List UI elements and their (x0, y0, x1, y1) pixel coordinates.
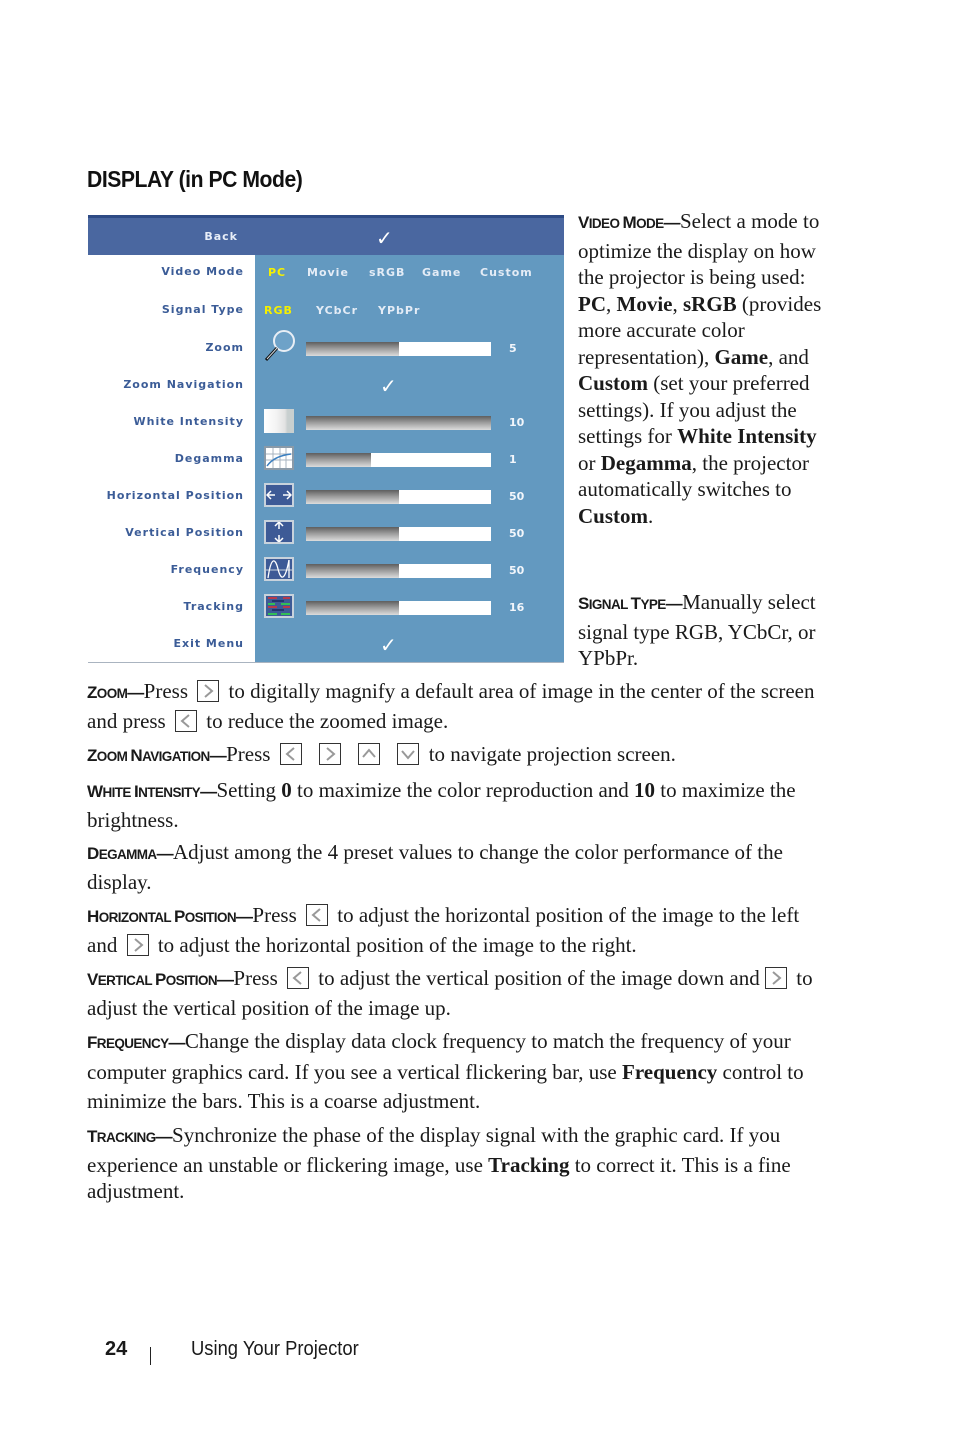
osd-row-label: Zoom Navigation (123, 378, 244, 391)
slider-fill (306, 490, 399, 504)
right-arrow-key-icon (765, 967, 787, 989)
right-arrow-key-icon (197, 680, 220, 702)
slider-fill (306, 527, 399, 541)
page-number: 24 (105, 1338, 128, 1360)
video-mode-option-movie[interactable]: Movie (307, 266, 349, 279)
term-frequency: FREQUENCY— (87, 1033, 186, 1052)
video-mode-description: VIDEO MODE—Select a mode to optimize the… (578, 209, 822, 528)
degamma-value: 1 (509, 453, 517, 466)
slider-fill (306, 453, 371, 467)
osd-row-label: White Intensity (133, 415, 244, 428)
osd-display-menu: Back ✓ Video Mode PC Movie sRGB Game Cus… (88, 215, 564, 663)
osd-row-label: Signal Type (161, 303, 244, 316)
horizontal-position-value: 50 (509, 490, 525, 503)
osd-row-white-intensity[interactable]: White Intensity 10 (88, 405, 564, 442)
right-arrow-key-icon (318, 743, 341, 765)
osd-row-label: Exit Menu (173, 637, 244, 650)
osd-row-label: Zoom (205, 341, 244, 354)
term-signal-type: SIGNAL TYPE— (578, 594, 683, 613)
term-zoom-navigation: ZOOM NAVIGATION— (87, 746, 227, 765)
slider-fill (306, 601, 399, 615)
frequency-wave-icon (264, 557, 294, 581)
video-mode-option-custom[interactable]: Custom (480, 266, 533, 279)
signal-type-option-rgb[interactable]: RGB (264, 304, 293, 317)
osd-row-vertical-position[interactable]: Vertical Position 50 (88, 516, 564, 553)
zoom-description: ZOOM—Press to digitally magnify a defaul… (87, 679, 815, 733)
signal-type-description: SIGNAL TYPE—Manually select signal type … (578, 590, 816, 670)
white-intensity-icon (264, 409, 294, 433)
section-title: DISPLAY (in PC Mode) (87, 166, 303, 192)
term-horizontal-position: HORIZONTAL POSITION— (87, 907, 253, 926)
zoom-slider[interactable] (306, 342, 491, 356)
magnifier-icon (264, 329, 295, 363)
osd-row-label: Tracking (183, 600, 244, 613)
white-intensity-value: 10 (509, 416, 525, 429)
checkmark-icon: ✓ (376, 226, 393, 250)
vertical-position-description: VERTICAL POSITION—Press to adjust the ve… (87, 966, 813, 1020)
left-arrow-key-icon (174, 709, 197, 732)
osd-row-label: Vertical Position (125, 526, 244, 539)
osd-row-signal-type[interactable]: Signal Type RGB YCbCr YPbPr (88, 293, 564, 330)
vertical-arrows-icon (264, 520, 294, 544)
osd-row-video-mode[interactable]: Video Mode PC Movie sRGB Game Custom (88, 255, 564, 292)
term-video-mode: VIDEO MODE— (578, 213, 681, 232)
vertical-position-value: 50 (509, 527, 525, 540)
signal-type-option-ypbpr[interactable]: YPbPr (378, 304, 420, 317)
osd-row-tracking[interactable]: Tracking 16 (88, 590, 564, 627)
down-arrow-key-icon (397, 743, 420, 765)
osd-back-label: Back (204, 230, 238, 243)
osd-row-zoom[interactable]: Zoom 5 (88, 329, 564, 368)
vertical-position-slider[interactable] (306, 527, 491, 541)
tracking-slider[interactable] (306, 601, 491, 615)
tracking-value: 16 (509, 601, 525, 614)
chapter-title: Using Your Projector (191, 1338, 359, 1360)
osd-row-exit-menu[interactable]: Exit Menu ✓ (88, 627, 564, 664)
degamma-slider[interactable] (306, 453, 491, 467)
right-arrow-key-icon (126, 933, 149, 956)
up-arrow-key-icon (358, 743, 381, 765)
tracking-lines-icon (264, 594, 294, 618)
white-intensity-description: WHITE INTENSITY—Setting 0 to maximize th… (87, 778, 796, 832)
slider-fill (306, 564, 399, 578)
frequency-slider[interactable] (306, 564, 491, 578)
tracking-description: TRACKING—Synchronize the phase of the di… (87, 1123, 791, 1203)
left-arrow-key-icon (279, 743, 302, 765)
checkmark-icon: ✓ (380, 633, 397, 657)
term-zoom: ZOOM— (87, 683, 144, 702)
term-vertical-position: VERTICAL POSITION— (87, 970, 234, 989)
term-white-intensity: WHITE INTENSITY— (87, 782, 217, 801)
slider-fill (306, 342, 399, 356)
slider-fill (306, 416, 491, 430)
video-mode-option-srgb[interactable]: sRGB (369, 266, 405, 279)
frequency-description: FREQUENCY—Change the display data clock … (87, 1029, 804, 1113)
osd-row-degamma[interactable]: Degamma 1 (88, 442, 564, 479)
term-degamma: DEGAMMA— (87, 844, 174, 863)
horizontal-position-description: HORIZONTAL POSITION—Press to adjust the … (87, 903, 800, 957)
osd-row-frequency[interactable]: Frequency 50 (88, 553, 564, 590)
osd-row-horizontal-position[interactable]: Horizontal Position 50 (88, 479, 564, 516)
left-arrow-key-icon (306, 904, 328, 926)
osd-row-label: Degamma (174, 452, 244, 465)
osd-row-zoom-navigation[interactable]: Zoom Navigation ✓ (88, 368, 564, 405)
osd-row-label: Horizontal Position (106, 489, 244, 502)
frequency-value: 50 (509, 564, 525, 577)
horizontal-arrows-icon (264, 483, 294, 507)
zoom-navigation-description: ZOOM NAVIGATION—Press to navigate projec… (87, 742, 676, 766)
osd-row-label: Video Mode (161, 265, 244, 278)
degamma-curve-icon (264, 446, 294, 470)
white-intensity-slider[interactable] (306, 416, 491, 430)
horizontal-position-slider[interactable] (306, 490, 491, 504)
signal-type-option-ycbcr[interactable]: YCbCr (316, 304, 358, 317)
checkmark-icon: ✓ (380, 374, 397, 398)
footer-divider (150, 1347, 151, 1365)
degamma-description: DEGAMMA—Adjust among the 4 preset values… (87, 840, 783, 894)
video-mode-option-pc[interactable]: PC (268, 266, 286, 279)
osd-row-label: Frequency (170, 563, 244, 576)
video-mode-option-game[interactable]: Game (422, 266, 461, 279)
osd-back-row[interactable]: Back ✓ (88, 215, 564, 255)
zoom-value: 5 (509, 342, 517, 355)
left-arrow-key-icon (287, 967, 310, 989)
term-tracking: TRACKING— (87, 1127, 173, 1146)
